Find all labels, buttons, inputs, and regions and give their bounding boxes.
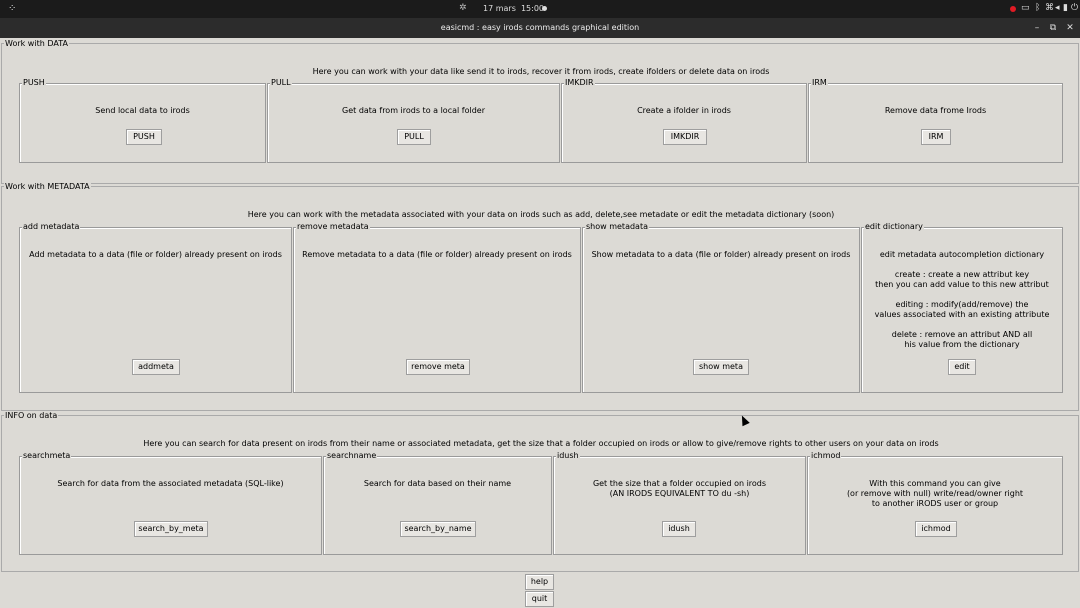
panel-add-metadata-desc: Add metadata to a data (file or folder) … (29, 250, 282, 259)
panel-searchname: searchname Search for data based on thei… (323, 451, 552, 555)
section-metadata-intro: Here you can work with the metadata asso… (247, 210, 835, 219)
volume-icon[interactable]: ◂ (1055, 3, 1060, 13)
section-data-title: Work with DATA (4, 39, 69, 48)
section-info-title: INFO on data (4, 411, 59, 420)
pull-button[interactable]: PULL (397, 129, 431, 145)
addmeta-button[interactable]: addmeta (132, 359, 180, 375)
panel-searchmeta-desc: Search for data from the associated meta… (57, 479, 284, 488)
section-info-intro: Here you can search for data present on … (143, 439, 939, 448)
battery-icon[interactable]: ▮ (1063, 3, 1068, 13)
panel-edit-dictionary-desc: edit metadata autocompletion dictionary … (874, 250, 1050, 349)
panel-add-metadata: add metadata Add metadata to a data (fil… (19, 222, 292, 393)
maximize-icon[interactable]: ⧉ (1046, 21, 1060, 35)
edit-button[interactable]: edit (948, 359, 976, 375)
panel-imkdir: IMKDIR Create a ifolder in irods IMKDIR (561, 78, 807, 163)
panel-pull-label: PULL (270, 78, 292, 87)
help-button[interactable]: help (525, 574, 554, 590)
panel-irm: IRM Remove data frome Irods IRM (808, 78, 1063, 163)
panel-show-metadata: show metadata Show metadata to a data (f… (582, 222, 860, 393)
panel-remove-metadata-label: remove metadata (296, 222, 370, 231)
panel-ichmod-label: ichmod (810, 451, 842, 460)
panel-searchname-label: searchname (326, 451, 378, 460)
bluetooth-icon[interactable]: ᛒ (1035, 3, 1040, 13)
panel-ichmod-desc: With this command you can give (or remov… (846, 479, 1024, 508)
panel-pull-desc: Get data from irods to a local folder (342, 106, 485, 115)
panel-remove-metadata-desc: Remove metadata to a data (file or folde… (302, 250, 572, 259)
window-icon[interactable]: ▭ (1021, 3, 1030, 13)
quit-button[interactable]: quit (525, 591, 554, 607)
ichmod-button[interactable]: ichmod (915, 521, 957, 537)
minimize-icon[interactable]: – (1030, 21, 1044, 35)
notification-dot (542, 6, 547, 11)
section-metadata: Work with METADATA Here you can work wit… (1, 182, 1079, 411)
panel-ichmod: ichmod With this command you can give (o… (807, 451, 1063, 555)
window-title-bar[interactable]: easicmd : easy irods commands graphical … (0, 18, 1080, 38)
section-data: Work with DATA Here you can work with yo… (1, 39, 1079, 184)
record-icon[interactable] (1010, 6, 1016, 12)
panel-remove-metadata: remove metadata Remove metadata to a dat… (293, 222, 581, 393)
grid-icon[interactable]: ⁘ (8, 3, 16, 14)
section-info: INFO on data Here you can search for dat… (1, 411, 1079, 572)
system-top-bar: ⁘ ✲ 17 mars 15:00 ▭ ᛒ ⌘ ◂ ▮ ⏻ (0, 0, 1080, 18)
panel-imkdir-desc: Create a ifolder in irods (637, 106, 731, 115)
window-title: easicmd : easy irods commands graphical … (440, 23, 640, 32)
section-data-intro: Here you can work with your data like se… (312, 67, 770, 76)
panel-searchname-desc: Search for data based on their name (363, 479, 512, 488)
panel-irm-label: IRM (811, 78, 828, 87)
irm-button[interactable]: IRM (921, 129, 951, 145)
panel-idush-desc: Get the size that a folder occupied on i… (592, 479, 767, 498)
panel-idush-label: idush (556, 451, 580, 460)
clock-datetime[interactable]: 17 mars 15:00 (483, 4, 544, 13)
panel-imkdir-label: IMKDIR (564, 78, 595, 87)
show-meta-button[interactable]: show meta (693, 359, 749, 375)
panel-edit-dictionary: edit dictionary edit metadata autocomple… (861, 222, 1063, 393)
panel-edit-dictionary-label: edit dictionary (864, 222, 924, 231)
remove-meta-button[interactable]: remove meta (406, 359, 470, 375)
settings-icon: ✲ (459, 3, 467, 13)
network-icon[interactable]: ⌘ (1045, 3, 1054, 13)
close-icon[interactable]: ✕ (1063, 21, 1077, 35)
panel-searchmeta: searchmeta Search for data from the asso… (19, 451, 322, 555)
power-icon[interactable]: ⏻ (1071, 3, 1078, 13)
panel-add-metadata-label: add metadata (22, 222, 81, 231)
panel-searchmeta-label: searchmeta (22, 451, 72, 460)
panel-pull: PULL Get data from irods to a local fold… (267, 78, 560, 163)
search-by-name-button[interactable]: search_by_name (400, 521, 476, 537)
panel-idush: idush Get the size that a folder occupie… (553, 451, 806, 555)
section-metadata-title: Work with METADATA (4, 182, 91, 191)
search-by-meta-button[interactable]: search_by_meta (134, 521, 208, 537)
panel-irm-desc: Remove data frome Irods (884, 106, 987, 115)
panel-show-metadata-desc: Show metadata to a data (file or folder)… (591, 250, 851, 259)
push-button[interactable]: PUSH (126, 129, 162, 145)
panel-push-label: PUSH (22, 78, 46, 87)
panel-push: PUSH Send local data to irods PUSH (19, 78, 266, 163)
imkdir-button[interactable]: IMKDIR (663, 129, 707, 145)
idush-button[interactable]: idush (662, 521, 696, 537)
panel-push-desc: Send local data to irods (95, 106, 190, 115)
panel-show-metadata-label: show metadata (585, 222, 649, 231)
